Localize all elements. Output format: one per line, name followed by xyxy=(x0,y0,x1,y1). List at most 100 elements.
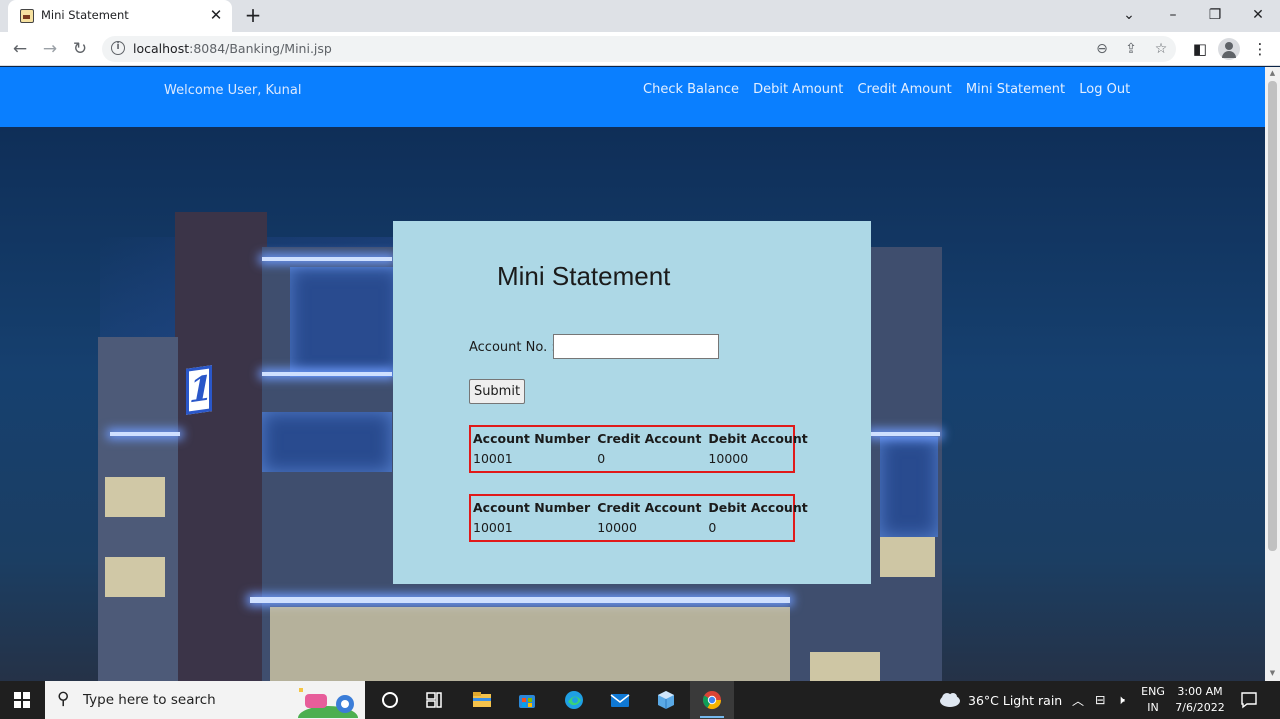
tab-title: Mini Statement xyxy=(41,8,129,22)
table-header-row: Account Number Credit Account Debit Acco… xyxy=(471,496,813,516)
search-highlight-icon xyxy=(298,688,358,718)
header-credit-account: Credit Account xyxy=(597,500,702,515)
site-header: Welcome User, Kunal Check Balance Debit … xyxy=(0,67,1265,127)
building-light-strip xyxy=(262,257,392,261)
reload-icon[interactable]: ↻ xyxy=(68,37,92,61)
cell-credit-account: 10000 xyxy=(597,520,637,535)
bookmark-star-icon[interactable]: ☆ xyxy=(1151,39,1171,59)
statement-table-1: Account Number Credit Account Debit Acco… xyxy=(469,425,808,473)
building-logo: 1 xyxy=(186,365,213,415)
cell-debit-account: 0 xyxy=(708,520,717,535)
header-credit-account: Credit Account xyxy=(597,431,702,446)
volume-muted-icon[interactable]: 🕨 xyxy=(1117,692,1125,708)
header-account-number: Account Number xyxy=(473,500,591,515)
menu-icon[interactable]: ⋮ xyxy=(1248,37,1272,61)
url-path: :8084/Banking/Mini.jsp xyxy=(189,41,332,56)
building-glass-right xyxy=(880,437,938,537)
building-lobby xyxy=(270,607,790,681)
nav-links: Check Balance Debit Amount Credit Amount… xyxy=(643,82,1140,97)
building-light-strip xyxy=(110,432,180,436)
network-icon[interactable]: ⊟ xyxy=(1095,692,1105,707)
edge-icon[interactable] xyxy=(552,681,596,719)
minimize-icon[interactable]: – xyxy=(1158,4,1188,26)
search-icon: ⚲ xyxy=(57,689,70,709)
info-icon[interactable]: i xyxy=(111,41,125,55)
taskbar: ⚲ Type here to search 36°C Light rain ︿ … xyxy=(0,681,1280,719)
profile-icon[interactable] xyxy=(1218,38,1240,60)
building-light-strip xyxy=(250,597,790,603)
building-window xyxy=(105,557,165,597)
scroll-down-icon[interactable]: ▼ xyxy=(1268,669,1277,677)
table-row: 10001 10000 0 xyxy=(471,516,813,537)
cell-debit-account: 10000 xyxy=(708,451,749,466)
weather-cloud-icon xyxy=(940,693,960,707)
page-scrollbar[interactable]: ▲ ▼ xyxy=(1265,67,1280,681)
language-top[interactable]: ENG xyxy=(1140,685,1166,698)
building-window xyxy=(105,477,165,517)
account-label: Account No. : xyxy=(469,340,556,355)
nav-mini-statement[interactable]: Mini Statement xyxy=(966,82,1065,97)
tab-search-icon[interactable]: ⌄ xyxy=(1114,4,1144,26)
tray-chevron-icon[interactable]: ︿ xyxy=(1072,692,1084,709)
mail-icon[interactable] xyxy=(598,681,642,719)
side-panel-icon[interactable]: ◧ xyxy=(1188,37,1212,61)
cell-credit-account: 0 xyxy=(597,451,606,466)
building-light-strip xyxy=(262,372,392,376)
new-tab-button[interactable]: + xyxy=(242,4,264,26)
tab-close-icon[interactable]: ✕ xyxy=(206,5,226,25)
share-icon[interactable]: ⇪ xyxy=(1121,39,1141,59)
nav-log-out[interactable]: Log Out xyxy=(1079,82,1130,97)
header-account-number: Account Number xyxy=(473,431,591,446)
cell-account-number: 10001 xyxy=(473,520,513,535)
3d-box-icon[interactable] xyxy=(644,681,688,719)
back-icon[interactable]: ← xyxy=(8,37,32,61)
windows-start-icon[interactable] xyxy=(14,692,30,708)
page-title: Mini Statement xyxy=(497,261,671,291)
store-icon[interactable] xyxy=(505,681,549,719)
nav-debit-amount[interactable]: Debit Amount xyxy=(753,82,843,97)
page-viewport: 1 Welcome User, Kunal Check Balance Debi… xyxy=(0,67,1265,681)
forward-icon[interactable]: → xyxy=(38,37,62,61)
statement-table-2: Account Number Credit Account Debit Acco… xyxy=(469,494,808,542)
nav-credit-amount[interactable]: Credit Amount xyxy=(857,82,951,97)
notifications-icon[interactable] xyxy=(1240,691,1258,709)
table-row: 10001 0 10000 xyxy=(471,447,813,468)
table-header-row: Account Number Credit Account Debit Acco… xyxy=(471,427,813,447)
cell-account-number: 10001 xyxy=(473,451,513,466)
task-view-icon[interactable] xyxy=(368,681,412,719)
building-glass-upper xyxy=(290,267,400,377)
header-debit-account: Debit Account xyxy=(708,500,808,515)
scroll-thumb[interactable] xyxy=(1268,81,1277,551)
header-debit-account: Debit Account xyxy=(708,431,808,446)
building-light-strip xyxy=(870,432,940,436)
clock-date[interactable]: 7/6/2022 xyxy=(1174,701,1226,714)
restore-icon[interactable]: ❐ xyxy=(1200,4,1230,26)
mini-statement-panel: Mini Statement Account No. : Submit Acco… xyxy=(393,221,871,584)
building-tower xyxy=(175,212,267,681)
url-host: localhost xyxy=(133,41,190,56)
close-icon[interactable]: ✕ xyxy=(1243,4,1273,26)
welcome-text: Welcome User, Kunal xyxy=(164,83,302,98)
nav-check-balance[interactable]: Check Balance xyxy=(643,82,739,97)
building-window xyxy=(880,537,935,577)
account-input[interactable] xyxy=(553,334,719,359)
chrome-icon[interactable] xyxy=(690,681,734,719)
taskbar-search[interactable]: ⚲ Type here to search xyxy=(45,681,365,719)
tab-strip: Mini Statement ✕ + ⌄ – ❐ ✕ xyxy=(0,0,1280,32)
file-explorer-icon[interactable] xyxy=(460,681,504,719)
address-bar[interactable]: i localhost:8084/Banking/Mini.jsp ⊖ ⇪ ☆ xyxy=(102,36,1176,62)
browser-toolbar: ← → ↻ i localhost:8084/Banking/Mini.jsp … xyxy=(0,32,1280,66)
favicon-icon xyxy=(20,9,34,23)
scroll-up-icon[interactable]: ▲ xyxy=(1268,69,1277,77)
browser-tab[interactable]: Mini Statement ✕ xyxy=(8,0,232,32)
weather-text[interactable]: 36°C Light rain xyxy=(968,693,1062,708)
building-glass-mid xyxy=(262,412,392,472)
language-bottom[interactable]: IN xyxy=(1140,701,1166,714)
clock-time[interactable]: 3:00 AM xyxy=(1174,685,1226,698)
url-text[interactable]: localhost:8084/Banking/Mini.jsp xyxy=(133,41,332,56)
building-window xyxy=(810,652,880,681)
widgets-icon[interactable] xyxy=(412,681,456,719)
search-placeholder: Type here to search xyxy=(83,692,216,708)
submit-button[interactable]: Submit xyxy=(469,379,525,404)
zoom-icon[interactable]: ⊖ xyxy=(1092,39,1112,59)
